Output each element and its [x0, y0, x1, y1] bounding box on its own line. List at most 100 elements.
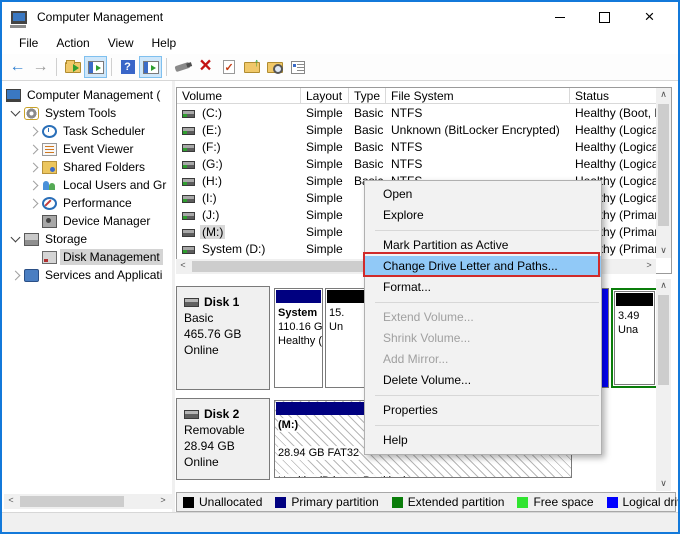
tree-item-shared-folders[interactable]: Shared Folders — [4, 158, 172, 176]
chevron-right-icon[interactable] — [11, 270, 21, 280]
back-button[interactable] — [6, 56, 29, 78]
volume-scroll-left-icon[interactable]: < — [176, 259, 190, 274]
partition-unallocated[interactable]: 3.49Una — [614, 291, 655, 385]
volume-icon — [182, 144, 195, 152]
close-button[interactable] — [627, 2, 672, 32]
chevron-down-icon[interactable] — [11, 233, 21, 243]
delete-button[interactable] — [194, 56, 217, 78]
disk-header-disk-1[interactable]: Disk 1Basic465.76 GBOnline — [176, 286, 270, 390]
legend-item-free-space: Free space — [517, 495, 593, 509]
context-menu-item-open[interactable]: Open — [365, 184, 601, 205]
volume-scroll-right-icon[interactable]: > — [642, 259, 656, 274]
column-header-file-system[interactable]: File System — [386, 88, 570, 103]
volume-name-cell: (M:) — [177, 225, 301, 239]
partition-text: System110.16 GBHealthy ( — [275, 304, 322, 350]
tree-item-event-viewer[interactable]: Event Viewer — [4, 140, 172, 158]
context-menu-item-delete-volume[interactable]: Delete Volume... — [365, 370, 601, 391]
volume-layout-cell: Simple — [301, 174, 349, 188]
disk-scroll-up-icon[interactable]: ∧ — [656, 279, 671, 293]
chevron-right-icon[interactable] — [29, 198, 39, 208]
tree-item-storage[interactable]: Storage — [4, 230, 172, 248]
help-button[interactable] — [116, 56, 139, 78]
disk-scroll-thumb[interactable] — [658, 295, 669, 385]
partition-system[interactable]: System110.16 GBHealthy ( — [274, 288, 323, 388]
folder-search-button[interactable] — [263, 56, 286, 78]
volume-type-cell: Basic — [349, 157, 386, 171]
volume-row-f[interactable]: (F:)SimpleBasicNTFSHealthy (Logical D — [177, 138, 671, 155]
back-icon — [10, 58, 26, 76]
folder-up-icon — [244, 62, 260, 73]
menu-action[interactable]: Action — [47, 33, 98, 53]
column-header-layout[interactable]: Layout — [301, 88, 349, 103]
column-header-status[interactable]: Status — [570, 88, 666, 103]
tree-item-task-scheduler[interactable]: Task Scheduler — [4, 122, 172, 140]
check-button[interactable] — [217, 56, 240, 78]
tree-scroll-left-icon[interactable]: < — [4, 494, 18, 509]
chevron-right-icon[interactable] — [29, 180, 39, 190]
tree-hscrollbar[interactable]: < > — [4, 494, 172, 509]
volume-name-cell: (C:) — [177, 106, 301, 120]
disk-icon — [184, 410, 199, 419]
computer-management-app-icon — [11, 11, 27, 24]
menu-help[interactable]: Help — [143, 33, 186, 53]
column-header-type[interactable]: Type — [349, 88, 386, 103]
disk-header-disk-2[interactable]: Disk 2Removable28.94 GBOnline — [176, 398, 270, 480]
chevron-right-icon[interactable] — [29, 144, 39, 154]
volume-row-g[interactable]: (G:)SimpleBasicNTFSHealthy (Logical D — [177, 155, 671, 172]
volume-type-cell: Basic — [349, 106, 386, 120]
tree-item-services-and-applicati[interactable]: Services and Applicati — [4, 266, 172, 284]
context-menu-item-format[interactable]: Format... — [365, 277, 601, 298]
tree-item-device-manager[interactable]: Device Manager — [4, 212, 172, 230]
tree-item-local-users-and-gr[interactable]: Local Users and Gr — [4, 176, 172, 194]
disk-size: 28.94 GB — [184, 438, 269, 454]
disk-scroll-down-icon[interactable]: ∨ — [656, 477, 671, 491]
pane-splitter[interactable] — [172, 81, 175, 512]
tree-item-system-tools[interactable]: System Tools — [4, 104, 172, 122]
forward-button[interactable] — [29, 56, 52, 78]
window-title: Computer Management — [37, 10, 163, 24]
tree-scroll-thumb[interactable] — [20, 496, 124, 507]
tree-item-disk-management[interactable]: Disk Management — [4, 248, 172, 266]
column-header-volume[interactable]: Volume — [177, 88, 301, 103]
tree-item-computer-management[interactable]: Computer Management ( — [4, 86, 172, 104]
maximize-button[interactable] — [582, 2, 627, 32]
tree-item-label: Disk Management — [60, 249, 163, 265]
tree-item-performance[interactable]: Performance — [4, 194, 172, 212]
partition-status: Un — [329, 321, 343, 333]
context-menu: OpenExplore Mark Partition as ActiveChang… — [364, 180, 602, 455]
volume-scroll-thumb[interactable] — [658, 104, 669, 226]
chevron-down-icon[interactable] — [11, 107, 21, 117]
volume-icon — [182, 195, 195, 203]
console-tree-button[interactable] — [84, 56, 107, 78]
volume-scroll-up-icon[interactable]: ∧ — [656, 88, 671, 102]
context-menu-item-properties[interactable]: Properties — [365, 400, 601, 421]
context-menu-item-explore[interactable]: Explore — [365, 205, 601, 226]
chevron-right-icon[interactable] — [29, 162, 39, 172]
chevron-right-icon[interactable] — [29, 126, 39, 136]
pointer-tool-button[interactable] — [171, 56, 194, 78]
volume-row-c[interactable]: (C:)SimpleBasicNTFSHealthy (Boot, Pa — [177, 104, 671, 121]
volume-scroll-down-icon[interactable]: ∨ — [656, 244, 671, 258]
primary-partition-swatch-icon — [275, 497, 286, 508]
volume-name-label: (H:) — [200, 174, 224, 188]
tree-scroll-right-icon[interactable]: > — [156, 494, 170, 509]
menu-file[interactable]: File — [10, 33, 47, 53]
minimize-button[interactable] — [537, 2, 582, 32]
context-menu-item-mark-partition-as-active[interactable]: Mark Partition as Active — [365, 235, 601, 256]
context-menu-item-help[interactable]: Help — [365, 430, 601, 451]
up-level-button[interactable] — [61, 56, 84, 78]
disk-vscrollbar[interactable]: ∧ ∨ — [656, 279, 671, 491]
menu-view[interactable]: View — [99, 33, 143, 53]
volume-vscrollbar[interactable]: ∧ ∨ — [656, 88, 671, 258]
action-pane-button[interactable] — [139, 56, 162, 78]
volume-row-e[interactable]: (E:)SimpleBasicUnknown (BitLocker Encryp… — [177, 121, 671, 138]
folder-up-button[interactable] — [240, 56, 263, 78]
storage-icon — [24, 233, 39, 246]
volume-fs-cell: NTFS — [386, 157, 570, 171]
context-menu-item-add-mirror: Add Mirror... — [365, 349, 601, 370]
volume-name-label: (M:) — [200, 225, 225, 239]
properties-button[interactable] — [286, 56, 309, 78]
volume-name-cell: (F:) — [177, 140, 301, 154]
context-menu-item-change-drive-letter-and-paths[interactable]: Change Drive Letter and Paths... — [365, 256, 601, 277]
extended-partition-swatch-icon — [392, 497, 403, 508]
